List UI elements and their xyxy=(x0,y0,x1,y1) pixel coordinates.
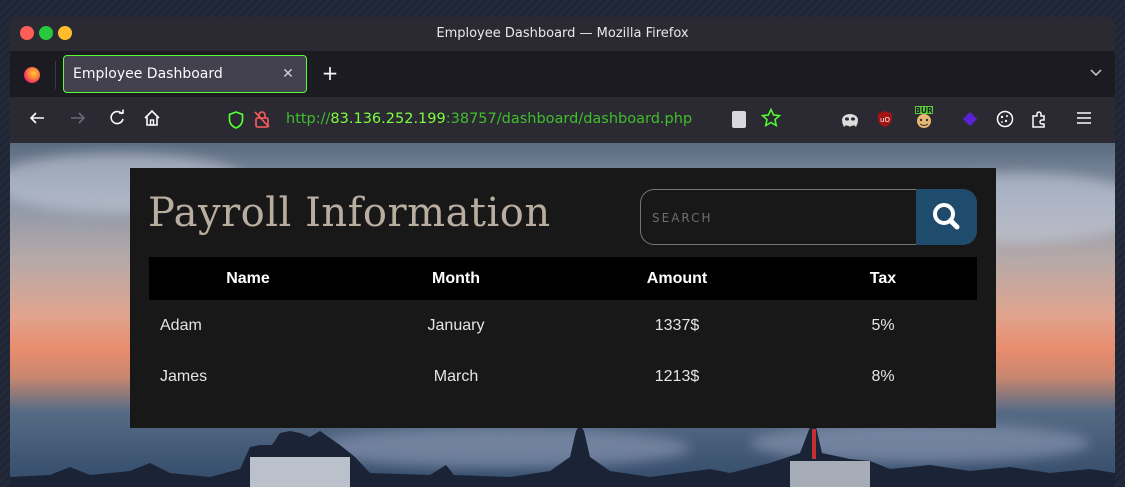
tab-employee-dashboard[interactable]: Employee Dashboard ✕ xyxy=(63,55,307,93)
cell-name: Adam xyxy=(160,316,202,334)
column-header-tax: Tax xyxy=(789,257,977,300)
cell-amount: 1337$ xyxy=(654,316,700,334)
diamond-extension-icon[interactable] xyxy=(961,110,979,128)
tab-list-chevron-icon[interactable] xyxy=(1087,65,1105,83)
reload-icon[interactable] xyxy=(106,109,128,131)
firefox-logo-icon[interactable] xyxy=(24,67,40,83)
table-row: James March 1213$ 8% xyxy=(149,351,977,402)
cell-tax: 8% xyxy=(871,367,895,385)
back-arrow-icon[interactable] xyxy=(26,109,48,131)
page-title: Payroll Information xyxy=(148,190,551,236)
cell-month: January xyxy=(427,316,485,334)
search-icon xyxy=(933,203,960,230)
search-box xyxy=(640,189,917,245)
search-button[interactable] xyxy=(916,189,977,245)
page-content: Payroll Information Name Month Amount Ta… xyxy=(10,143,1115,487)
table-row: Adam January 1337$ 5% xyxy=(149,300,977,351)
hamburger-menu-icon[interactable] xyxy=(1075,109,1093,133)
ghost-extension-icon[interactable] xyxy=(840,110,858,128)
tab-separator xyxy=(55,61,56,89)
search-input[interactable] xyxy=(652,209,902,227)
payroll-panel: Payroll Information Name Month Amount Ta… xyxy=(130,168,996,428)
column-header-month: Month xyxy=(347,257,565,300)
payroll-table: Name Month Amount Tax Adam January 1337$… xyxy=(149,257,977,402)
tracking-protection-shield-icon[interactable] xyxy=(228,111,244,129)
cookie-extension-icon[interactable] xyxy=(996,110,1014,128)
cell-tax: 5% xyxy=(871,316,895,334)
tab-close-icon[interactable]: ✕ xyxy=(278,64,298,84)
svg-text:BUR: BUR xyxy=(915,106,933,115)
puzzle-extension-icon[interactable] xyxy=(1030,110,1048,128)
new-tab-plus-icon[interactable]: + xyxy=(319,62,341,84)
navigation-toolbar: http://83.136.252.199:38757/dashboard/da… xyxy=(10,97,1115,143)
cell-month: March xyxy=(433,367,479,385)
cell-name: James xyxy=(160,367,208,385)
tab-strip: Employee Dashboard ✕ + xyxy=(10,51,1115,97)
tab-label: Employee Dashboard xyxy=(73,66,223,82)
column-header-name: Name xyxy=(149,257,347,300)
reader-view-icon[interactable] xyxy=(732,111,746,128)
window-title: Employee Dashboard — Mozilla Firefox xyxy=(436,26,689,41)
url-path: :38757/dashboard/dashboard.php xyxy=(445,111,693,127)
url-host: 83.136.252.199 xyxy=(330,111,446,127)
bookmark-star-icon[interactable] xyxy=(760,107,782,133)
ublock-origin-icon[interactable]: uO xyxy=(876,110,894,128)
table-header-row: Name Month Amount Tax xyxy=(149,257,977,300)
burp-extension-icon[interactable]: BUR xyxy=(913,105,935,129)
browser-window: Employee Dashboard — Mozilla Firefox Emp… xyxy=(10,17,1115,487)
title-bar[interactable]: Employee Dashboard — Mozilla Firefox xyxy=(10,17,1115,51)
home-icon[interactable] xyxy=(141,109,163,131)
forward-arrow-icon[interactable] xyxy=(67,109,89,131)
url-scheme: http:// xyxy=(286,111,331,127)
url-bar[interactable]: http://83.136.252.199:38757/dashboard/da… xyxy=(286,111,692,127)
svg-text:uO: uO xyxy=(880,116,890,124)
insecure-lock-icon[interactable] xyxy=(254,110,270,128)
column-header-amount: Amount xyxy=(565,257,789,300)
cell-amount: 1213$ xyxy=(654,367,700,385)
